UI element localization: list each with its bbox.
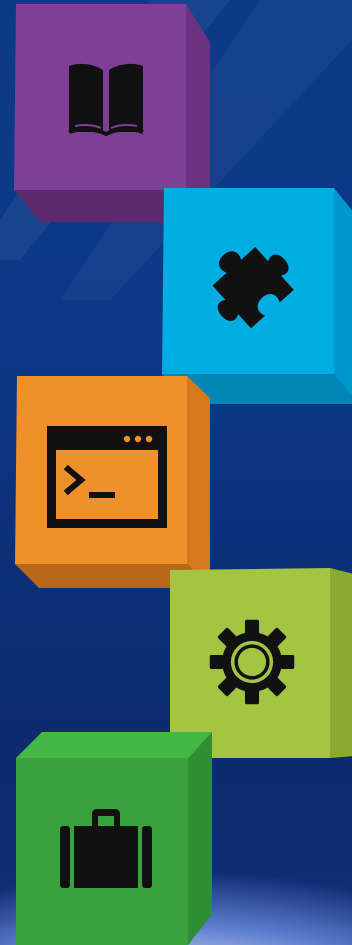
briefcase-icon (60, 809, 152, 888)
orange-block-side (187, 376, 210, 588)
green-block-side (188, 732, 212, 945)
cyan-puzzle-block (162, 188, 352, 408)
terminal-window-icon (47, 426, 167, 528)
green-briefcase-block (16, 732, 216, 945)
puzzle-piece-icon (212, 247, 294, 329)
orange-terminal-block (15, 376, 215, 596)
book-icon (68, 63, 144, 136)
cyan-block-side (334, 188, 352, 397)
green-block-top (16, 732, 212, 758)
gear-icon (209, 619, 295, 705)
lime-block-side (330, 568, 352, 758)
